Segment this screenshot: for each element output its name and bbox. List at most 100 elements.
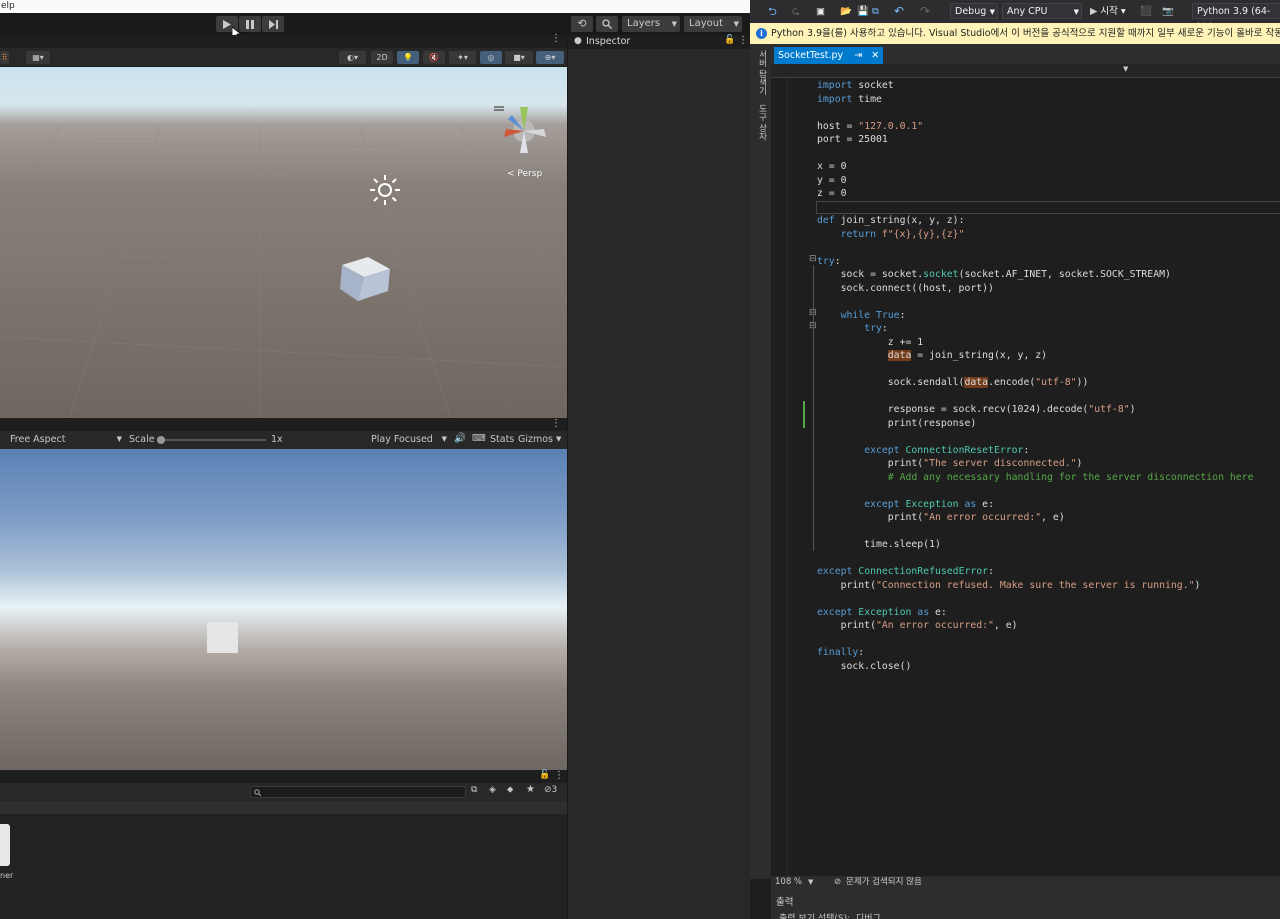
project-assets-area: ner: [0, 814, 567, 919]
info-message: Python 3.9을(를) 사용하고 있습니다. Visual Studio에…: [771, 28, 1280, 39]
save-icon[interactable]: 💾: [857, 4, 869, 19]
scene-orientation-gizmo[interactable]: [494, 101, 550, 159]
menu-help[interactable]: elp: [1, 1, 15, 11]
open-folder-icon[interactable]: 📂: [840, 4, 852, 19]
label-icon[interactable]: ⬥: [507, 785, 513, 795]
gizmos-button[interactable]: Gizmos: [518, 434, 553, 445]
scene-toolbar: ⠿ ▦▾ ◐▾ 2D 💡 🔇 ✦▾ ◎ ■▾ ⊕▾: [0, 48, 567, 67]
pause-icon: [246, 19, 254, 29]
lock-icon[interactable]: 🔓: [539, 770, 550, 780]
search-icon: [602, 19, 612, 29]
mute-audio-icon[interactable]: 🔊: [454, 433, 466, 444]
snap-settings-button[interactable]: ▦▾: [26, 51, 50, 64]
code-editor[interactable]: ⊟ ⊟ ⊟ import socket import time host = "…: [771, 78, 1280, 876]
chevron-down-icon: ▼: [1073, 8, 1079, 16]
back-icon[interactable]: ⮌: [768, 4, 777, 19]
hidden-objects-icon[interactable]: ◎: [480, 51, 502, 64]
zoom-level[interactable]: 108 %: [775, 876, 802, 889]
transform-tool-icon[interactable]: ⠿: [0, 51, 9, 64]
inspector-icon: ●: [574, 36, 582, 46]
shading-mode-button[interactable]: ◐▾: [339, 51, 366, 64]
close-icon[interactable]: ✕: [871, 50, 879, 61]
scale-slider[interactable]: [157, 436, 266, 444]
layers-label: Layers: [627, 18, 661, 29]
inspector-title[interactable]: Inspector: [586, 36, 630, 47]
new-project-icon[interactable]: ▣: [816, 4, 825, 19]
collapse-toggle-try[interactable]: ⊟: [809, 255, 817, 264]
search-by-type-icon[interactable]: ⧉: [471, 785, 477, 795]
step-icon: [268, 19, 278, 29]
cube-object[interactable]: [338, 257, 392, 303]
forward-icon[interactable]: ⮎: [792, 4, 800, 19]
start-label: 시작: [1100, 6, 1118, 17]
chevron-down-icon: ▼: [441, 435, 447, 443]
platform-dropdown[interactable]: Any CPU ▼: [1002, 3, 1082, 19]
game-viewport[interactable]: [0, 449, 567, 770]
audio-toggle-icon[interactable]: 🔇: [423, 51, 445, 64]
more-options-icon[interactable]: ⋮: [554, 770, 564, 781]
chevron-down-icon[interactable]: ▼: [556, 435, 561, 443]
aspect-dropdown[interactable]: Free Aspect ▼: [10, 434, 122, 445]
pin-icon[interactable]: ⇥: [854, 50, 862, 61]
chevron-down-icon[interactable]: ▼: [1123, 65, 1128, 73]
toggle-2d-button[interactable]: 2D: [371, 51, 393, 64]
more-options-icon[interactable]: ⋮: [738, 35, 748, 46]
more-options-icon[interactable]: ⋮: [551, 418, 561, 429]
chevron-down-icon: ▼: [116, 435, 122, 443]
editor-status-bar: 108 % ▼ ⊘ 문제가 검색되지 않음: [771, 876, 1280, 889]
fold-guide: [813, 265, 814, 551]
breadcrumb: [0, 801, 567, 814]
directional-light-icon[interactable]: [368, 173, 402, 207]
hidden-packages-icon[interactable]: ⊘3: [544, 785, 557, 795]
attach-icon[interactable]: ⬛: [1140, 4, 1152, 19]
scale-label: Scale: [129, 434, 155, 445]
history-button[interactable]: ⟲: [571, 16, 593, 32]
project-search-input[interactable]: [250, 786, 466, 798]
scale-slider-thumb[interactable]: [157, 436, 165, 444]
asset-script-icon[interactable]: [0, 824, 10, 866]
unity-toolbar: ⟲ Layers ▼ Layout ▼: [0, 13, 750, 41]
redo-icon[interactable]: ↷: [920, 4, 930, 19]
step-button[interactable]: [262, 16, 284, 32]
undo-icon[interactable]: ↶: [894, 4, 904, 19]
play-mode-dropdown[interactable]: Play Focused ▼: [371, 434, 447, 445]
tab-filename: SocketTest.py: [778, 50, 844, 61]
effects-toggle-icon[interactable]: ✦▾: [449, 51, 476, 64]
keyboard-icon[interactable]: ⌨: [472, 433, 486, 444]
search-button[interactable]: [596, 16, 618, 32]
projection-label[interactable]: < Persp: [507, 169, 542, 179]
output-panel: 출력 출력 보기 선택(S): 디버그: [771, 889, 1280, 919]
stats-button[interactable]: Stats: [490, 434, 514, 445]
scene-panel: ⋮ ⠿ ▦▾ ◐▾ 2D 💡 🔇 ✦▾ ◎ ■▾ ⊕▾ < Persp: [0, 33, 567, 418]
scene-viewport[interactable]: < Persp: [0, 67, 567, 418]
camera-icon[interactable]: 📷: [1162, 4, 1174, 19]
navigation-bar: ▼: [771, 64, 1280, 78]
search-by-label-icon[interactable]: ◈: [489, 785, 496, 795]
chevron-down-icon[interactable]: ▼: [808, 876, 813, 889]
camera-settings-icon[interactable]: ■▾: [505, 51, 533, 64]
chevron-down-icon: ▼: [733, 20, 739, 28]
output-source-label: 출력 보기 선택(S):: [779, 914, 851, 919]
asset-label: ner: [0, 871, 14, 880]
favorite-star-icon[interactable]: ★: [526, 784, 535, 795]
layout-dropdown[interactable]: Layout ▼: [684, 16, 742, 32]
configuration-dropdown[interactable]: Debug ▼: [950, 3, 998, 19]
start-button[interactable]: ▶ 시작 ▾: [1090, 4, 1126, 19]
pause-button[interactable]: [239, 16, 261, 32]
lighting-toggle-icon[interactable]: 💡: [397, 51, 419, 64]
project-toolbar: ⧉ ◈ ⬥ ★ ⊘3: [0, 783, 567, 801]
lock-icon[interactable]: 🔓: [724, 35, 735, 45]
issues-status[interactable]: 문제가 검색되지 않음: [846, 876, 922, 889]
code-content[interactable]: import socket import time host = "127.0.…: [817, 79, 1253, 673]
gizmos-toggle-icon[interactable]: ⊕▾: [536, 51, 564, 64]
save-all-icon[interactable]: ⧉: [872, 4, 879, 19]
python-environment-dropdown[interactable]: Python 3.9 (64-bit): [1192, 3, 1280, 33]
game-panel: ⋮ Free Aspect ▼ Scale 1x Play Focused ▼ …: [0, 418, 567, 770]
server-explorer-tab[interactable]: 서버 탐색기: [756, 50, 768, 95]
output-source-dropdown[interactable]: 디버그: [856, 911, 881, 919]
project-tab-bar: 🔓 ⋮: [0, 770, 567, 783]
tab-sockettest-py[interactable]: SocketTest.py ⇥ ✕: [774, 47, 884, 64]
layers-dropdown[interactable]: Layers ▼: [622, 16, 680, 32]
more-options-icon[interactable]: ⋮: [551, 33, 561, 44]
toolbox-tab[interactable]: 도구 상자: [756, 104, 768, 141]
